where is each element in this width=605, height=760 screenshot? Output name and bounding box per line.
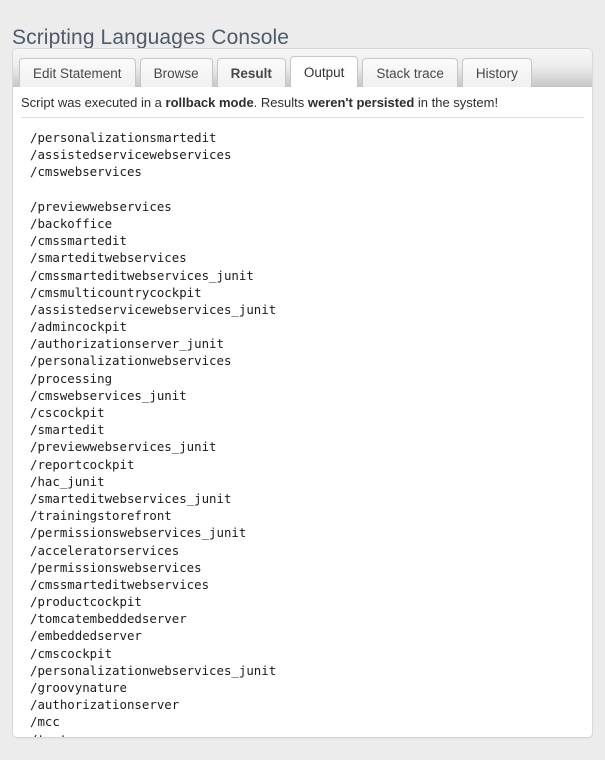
- tab-browse[interactable]: Browse: [139, 58, 213, 87]
- tab-output[interactable]: Output: [289, 56, 359, 87]
- output-line: /cscockpit: [30, 405, 105, 420]
- output-blank-line: [30, 181, 592, 198]
- page-title: Scripting Languages Console: [12, 26, 290, 50]
- output-line: /previewwebservices: [30, 198, 172, 214]
- output-line: /authorizationserver: [30, 697, 180, 713]
- output-line: /cmswebservices_junit: [30, 387, 187, 403]
- output-line: /previewwebservices_junit: [30, 439, 217, 455]
- output-line: /smarteditwebservices_junit: [30, 490, 232, 506]
- output-line: /cmscockpit: [30, 645, 113, 661]
- output-line: /cmswebservices: [30, 164, 142, 180]
- output-line: /smartedit: [30, 422, 105, 438]
- rollback-notice: Script was executed in a rollback mode. …: [21, 87, 584, 118]
- output-line: /tomcatembeddedserver: [30, 611, 187, 627]
- notice-text-part3: in the system!: [414, 95, 499, 110]
- output-line: /groovynature: [30, 680, 127, 695]
- output-line: /reportcockpit: [30, 456, 135, 472]
- output-console-text: /personalizationsmartedit/assistedservic…: [13, 118, 592, 737]
- tab-edit-statement[interactable]: Edit Statement: [19, 58, 136, 87]
- output-line: /cmssmartedit: [30, 233, 127, 249]
- output-line: /admincockpit: [30, 319, 127, 335]
- output-line: /hac_junit: [30, 473, 105, 489]
- output-line: /trainingstorefront: [30, 508, 172, 524]
- output-line: /smarteditwebservices: [30, 250, 187, 266]
- output-line: /embeddedserver: [30, 628, 142, 644]
- output-line: /acceleratorservices: [30, 542, 180, 558]
- output-line: /personalizationsmartedit: [30, 130, 217, 145]
- tab-result[interactable]: Result: [216, 58, 286, 87]
- output-line: /processing: [30, 370, 113, 386]
- output-line: /mcc: [30, 714, 60, 730]
- output-line: /authorizationserver_junit: [30, 336, 224, 352]
- output-line: /test: [30, 731, 592, 737]
- output-line: /cmsmulticountrycockpit: [30, 284, 202, 300]
- output-line: /permissionswebservices: [30, 559, 202, 575]
- output-line: /cmssmarteditwebservices_junit: [30, 267, 254, 283]
- notice-text-part1: Script was executed in a: [21, 95, 166, 110]
- scripting-console-panel: Edit Statement Browse Result Output Stack tr…: [12, 48, 593, 738]
- output-line: /personalizationwebservices_junit: [30, 662, 277, 678]
- output-line: /permissionswebservices_junit: [30, 525, 247, 541]
- output-line: /productcockpit: [30, 594, 142, 610]
- tab-stack-trace[interactable]: Stack trace: [362, 58, 458, 87]
- output-line: /backoffice: [30, 215, 113, 231]
- notice-text-part2: . Results: [253, 95, 308, 110]
- tab-strip: Edit Statement Browse Result Output Stack tr…: [13, 49, 592, 87]
- output-line: /cmssmarteditwebservices: [30, 576, 210, 592]
- output-line: /personalizationwebservices: [30, 353, 232, 369]
- output-line: /assistedservicewebservices: [30, 147, 232, 163]
- notice-emphasis-rollback-mode: rollback mode: [165, 95, 254, 110]
- tab-history[interactable]: History: [461, 58, 532, 87]
- output-line: /assistedservicewebservices_junit: [30, 301, 277, 317]
- notice-emphasis-not-persisted: weren't persisted: [307, 95, 415, 110]
